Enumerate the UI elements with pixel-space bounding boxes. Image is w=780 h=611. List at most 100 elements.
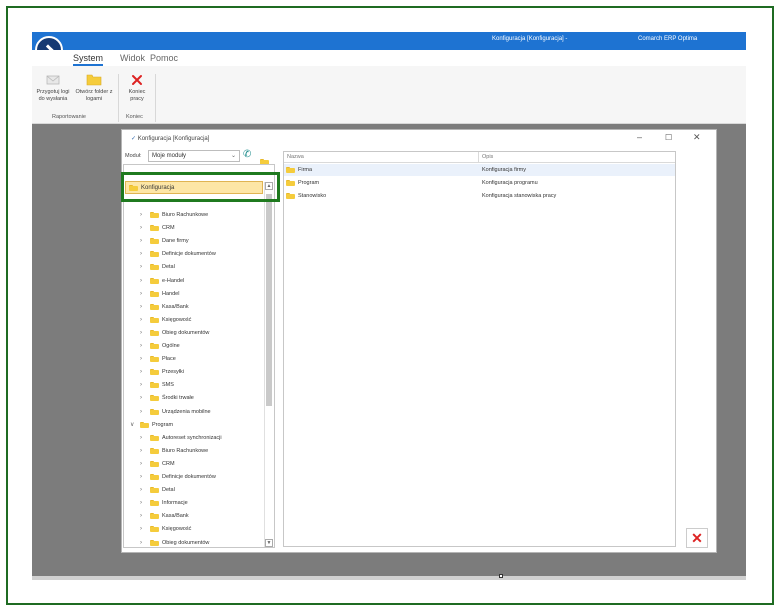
tree-item[interactable]: › Definicje dokumentów bbox=[140, 471, 216, 483]
tree-item[interactable]: › Biuro Rachunkowe bbox=[140, 445, 208, 457]
folder-icon bbox=[150, 500, 159, 507]
chevron-right-icon[interactable]: › bbox=[140, 435, 150, 441]
folder-icon bbox=[150, 487, 159, 494]
group-label-reporting: Raportowanie bbox=[52, 114, 86, 120]
tree-item[interactable]: › Detal bbox=[140, 261, 175, 273]
folder-icon bbox=[150, 460, 159, 467]
tree-item[interactable]: › Księgowość bbox=[140, 523, 191, 535]
tree-item[interactable]: › Środki trwałe bbox=[140, 392, 194, 404]
folder-icon bbox=[150, 316, 159, 323]
scroll-down-icon[interactable]: ▼ bbox=[265, 539, 273, 547]
close-window-button[interactable]: ✕ bbox=[693, 132, 701, 143]
chevron-right-icon[interactable]: › bbox=[140, 369, 150, 375]
folder-icon bbox=[150, 382, 159, 389]
chevron-down-icon: ⌄ bbox=[230, 153, 236, 159]
open-logs-folder-label: Otwórz folder z logami bbox=[75, 89, 113, 102]
close-config-button[interactable]: ✕ bbox=[686, 528, 708, 548]
tab-system[interactable]: System bbox=[73, 53, 104, 66]
prepare-logs-button[interactable]: Przygotuj logi do wysłania bbox=[34, 74, 72, 102]
folder-icon bbox=[150, 356, 159, 363]
tree-item-label: Detal bbox=[162, 264, 175, 271]
chevron-right-icon[interactable]: › bbox=[140, 448, 150, 454]
chevron-right-icon[interactable]: › bbox=[140, 513, 150, 519]
chevron-right-icon[interactable]: › bbox=[140, 317, 150, 323]
tree-item[interactable]: › Biuro Rachunkowe bbox=[140, 209, 208, 221]
folder-icon bbox=[150, 277, 159, 284]
folder-icon bbox=[150, 290, 159, 297]
tree-item[interactable]: › Kasa/Bank bbox=[140, 301, 189, 313]
tree-item-label: Detal bbox=[162, 487, 175, 494]
tree-item-label: e-Handel bbox=[162, 277, 185, 284]
tree-item-label: Środki trwałe bbox=[162, 395, 194, 402]
resize-marker bbox=[499, 574, 503, 578]
folder-icon bbox=[150, 264, 159, 271]
chevron-right-icon[interactable]: › bbox=[140, 526, 150, 532]
chevron-right-icon[interactable]: › bbox=[140, 540, 150, 546]
chevron-right-icon[interactable]: › bbox=[140, 330, 150, 336]
chevron-right-icon[interactable]: › bbox=[140, 278, 150, 284]
chevron-right-icon[interactable]: › bbox=[140, 304, 150, 310]
chevron-right-icon[interactable]: › bbox=[140, 264, 150, 270]
folder-icon bbox=[286, 193, 295, 199]
tree-item[interactable]: › SMS bbox=[140, 379, 174, 391]
chevron-right-icon[interactable]: › bbox=[140, 382, 150, 388]
chevron-right-icon[interactable]: › bbox=[140, 225, 150, 231]
tree-item[interactable]: › e-Handel bbox=[140, 275, 184, 287]
maximize-button[interactable]: ☐ bbox=[665, 133, 672, 142]
folder-icon bbox=[286, 180, 295, 186]
tree-item[interactable]: › Informacje bbox=[140, 497, 188, 509]
tree-item[interactable]: › Definicje dokumentów bbox=[140, 248, 216, 260]
chevron-down-icon[interactable]: ∨ bbox=[130, 421, 140, 428]
minimize-button[interactable]: – bbox=[637, 132, 642, 142]
table-row[interactable] bbox=[284, 177, 675, 189]
chevron-right-icon[interactable]: › bbox=[140, 487, 150, 493]
column-header-description[interactable]: Opis bbox=[482, 154, 493, 160]
chevron-right-icon[interactable]: › bbox=[140, 343, 150, 349]
tree-item[interactable]: › Autoreset synchronizacji bbox=[140, 432, 222, 444]
tree-item[interactable]: › Ogólne bbox=[140, 340, 180, 352]
chevron-right-icon[interactable]: › bbox=[140, 461, 150, 467]
tree-scrollbar[interactable]: ▲ ▼ bbox=[264, 182, 273, 547]
tree-item[interactable]: › Kasa/Bank bbox=[140, 510, 189, 522]
table-row[interactable] bbox=[284, 164, 675, 176]
folder-icon bbox=[150, 395, 159, 402]
tree-item[interactable]: › Obieg dokumentów bbox=[140, 327, 209, 339]
chevron-right-icon[interactable]: › bbox=[140, 251, 150, 257]
tree-item[interactable]: › Przesyłki bbox=[140, 366, 184, 378]
grid-cell-description: Konfiguracja stanowiska pracy bbox=[482, 193, 557, 199]
scroll-thumb[interactable] bbox=[266, 194, 272, 406]
tree-item[interactable]: › Płace bbox=[140, 353, 176, 365]
tree-item[interactable]: › Obieg dokumentów bbox=[140, 537, 209, 549]
tree-item[interactable]: › Księgowość bbox=[140, 314, 191, 326]
end-work-button[interactable]: Koniec pracy bbox=[124, 74, 150, 102]
chevron-right-icon[interactable]: › bbox=[140, 474, 150, 480]
tree-item-label: Księgowość bbox=[162, 316, 192, 323]
phone-icon[interactable]: ✆ bbox=[243, 150, 251, 160]
chevron-right-icon[interactable]: › bbox=[140, 238, 150, 244]
column-header-name[interactable]: Nazwa bbox=[287, 154, 304, 160]
chevron-right-icon[interactable]: › bbox=[140, 409, 150, 415]
open-logs-folder-button[interactable]: Otwórz folder z logami bbox=[74, 72, 114, 102]
table-row[interactable] bbox=[284, 190, 675, 202]
tree-item[interactable]: › Detal bbox=[140, 484, 175, 496]
tab-widok[interactable]: Widok bbox=[120, 53, 145, 63]
chevron-right-icon[interactable]: › bbox=[140, 500, 150, 506]
chevron-right-icon[interactable]: › bbox=[140, 356, 150, 362]
grid-cell-name: Program bbox=[286, 177, 319, 189]
module-select[interactable]: Moje moduły ⌄ bbox=[148, 150, 240, 162]
tree-item-label: Obieg dokumentów bbox=[162, 539, 210, 546]
chevron-right-icon[interactable]: › bbox=[140, 395, 150, 401]
tree-item-label: Kasa/Bank bbox=[162, 513, 189, 520]
tree-item[interactable]: › Handel bbox=[140, 288, 179, 300]
tree-item[interactable]: › CRM bbox=[140, 458, 175, 470]
tree-item[interactable]: ∨ Program bbox=[130, 419, 173, 431]
tree-item[interactable]: › Urządzenia mobilne bbox=[140, 406, 211, 418]
app-name: Comarch ERP Optima bbox=[638, 36, 698, 42]
config-grid bbox=[283, 151, 676, 547]
tree-item[interactable]: › Dane firmy bbox=[140, 235, 189, 247]
chevron-right-icon[interactable]: › bbox=[140, 291, 150, 297]
folder-icon bbox=[150, 369, 159, 376]
chevron-right-icon[interactable]: › bbox=[140, 212, 150, 218]
tab-pomoc[interactable]: Pomoc bbox=[150, 53, 178, 63]
tree-item[interactable]: › CRM bbox=[140, 222, 175, 234]
